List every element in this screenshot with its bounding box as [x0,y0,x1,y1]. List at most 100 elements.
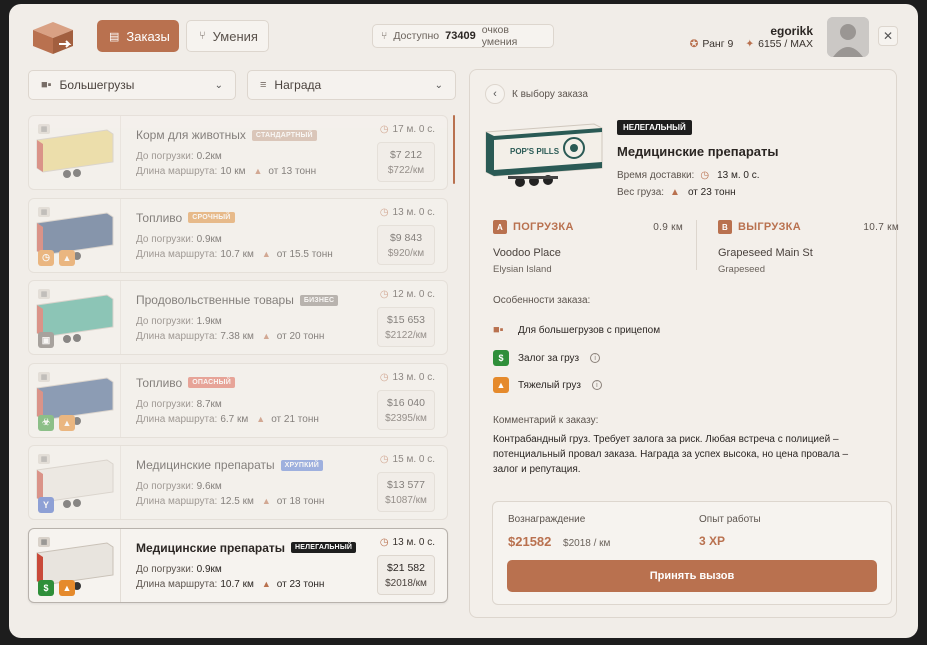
order-price: $9 843 [389,231,423,244]
accept-button[interactable]: Принять вызов [507,560,877,592]
sort-select[interactable]: ≡ Награда ⌄ [247,70,456,100]
chevron-left-icon[interactable]: ‹ [485,84,505,104]
route-label: Длина маршрута: [136,248,218,260]
dropoff-distance: 10.7 км [863,222,899,233]
back-to-orders-link[interactable]: ‹ К выбору заказа [485,84,588,104]
route-row: Длина маршрута: 6.7 км ▲ от 21 тонн [136,414,319,425]
divider [696,220,697,270]
order-name: Продовольственные товары [136,293,294,307]
load-label: До погрузки: [136,481,194,492]
order-name-row: Топливо Срочный [136,211,235,225]
order-comment: Контрабандный груз. Требует залога за ри… [493,434,849,475]
load-distance-row: До погрузки: 0.9км [136,234,222,245]
order-time: ◷ 15 м. 0 с. [380,454,435,465]
order-name: Топливо [136,375,183,390]
order-card[interactable]: ▦ Y Медицинские препараты Хрупкий До пог… [28,445,448,520]
clock-icon: ◷ [379,371,389,383]
sort-icon: ≡ [260,79,267,91]
route-label: Длина маршрута: [136,578,218,590]
order-card[interactable]: ▦ ☣ ▲ Топливо Опасный До погрузки: 8.7км Д… [28,362,448,438]
truck-icon: ■▪ [41,79,52,91]
trailer-image: POP'S PILLS [485,123,603,187]
clock-icon: ◷ [38,249,54,266]
dropoff-area: Grapeseed [718,264,766,275]
delivery-time-value: 13 м. 0 с. [717,170,760,181]
weight-icon: ▲ [493,377,509,393]
order-price-per-km: $2395/км [385,412,427,424]
rank-icon: ✪ [689,38,699,50]
pickup-area: Elysian Island [493,264,552,275]
box-logo-icon [33,22,73,54]
trailer-thumbnail: ▦ $ ▲ [29,528,121,602]
order-name-row: Топливо Опасный [136,376,235,390]
illegal-tag: Нелегальный [617,120,692,135]
cargo-type-icon: ▦ [38,371,50,382]
info-icon[interactable]: i [591,380,602,390]
vehicle-filter-value: Большегрузы [59,78,135,92]
order-name-row: Корм для животных Стандартный [136,128,317,142]
route-length: 6.7 км [220,413,249,425]
order-weight: от 21 тонн [271,413,319,425]
order-weight: от 18 тонн [276,496,325,507]
order-card[interactable]: ▦ ◷ ▲ Топливо Срочный До погрузки: 0.9км Д… [28,197,448,273]
route-row: Длина маршрута: 10 км ▲ от 13 тонн [136,166,316,177]
order-tag: Опасный [188,377,235,388]
trailer-brand: POP'S PILLS [510,147,560,156]
briefcase-icon: ▣ [38,332,54,348]
tab-skills[interactable]: ⑂ Умения [186,20,269,52]
tab-orders-label: Заказы [126,28,170,44]
close-button[interactable]: ✕ [878,26,898,46]
tab-orders[interactable]: ▤ Заказы [97,20,179,52]
order-time: ◷ 17 м. 0 с. [380,124,435,135]
clock-icon: ◷ [700,170,710,181]
order-price-per-km: $2122/км [385,330,427,341]
load-label: До погрузки: [136,398,194,410]
info-icon[interactable]: i [590,353,601,363]
sort-value: Награда [274,78,322,92]
load-distance-row: До погрузки: 0.2км [136,151,222,162]
feature-trailer: ■▪ Для большегрузов с прицепом [493,324,660,336]
back-label: К выбору заказа [512,88,588,100]
order-tag: Бизнес [299,294,339,306]
load-distance: 0.9км [196,233,222,245]
weight-icon: ▲ [261,331,271,341]
order-name-row: Медицинские препараты Нелегальный [136,541,357,555]
load-distance-row: До погрузки: 8.7км [136,399,222,410]
time-value: 12 м. 0 с. [392,289,435,300]
route-row: Длина маршрута: 10.7 км ▲ от 15.5 тонн [136,249,333,260]
weight-icon: ▲ [59,249,75,266]
load-distance: 8.7км [196,398,222,410]
order-price-per-km: $920/км [387,247,425,259]
time-value: 13 м. 0 с. [392,371,435,383]
order-name: Топливо [136,210,183,225]
xp-label: Опыт работы [699,514,761,525]
list-scrollbar[interactable] [453,115,455,184]
order-price-per-km: $722/км [387,165,425,176]
cargo-weight-value: от 23 тонн [687,187,736,198]
order-name-row: Медицинские препараты Хрупкий [136,458,324,472]
order-time: ◷ 12 м. 0 с. [380,289,435,300]
route-length: 7.38 км [220,331,254,342]
order-list: ▦ Корм для животных Стандартный До погру… [28,115,448,610]
order-weight: от 13 тонн [268,166,317,177]
weight-icon: ▲ [261,248,271,259]
order-card[interactable]: ▦ ▣ Продовольственные товары Бизнес До п… [28,280,448,355]
order-card[interactable]: ▦ $ ▲ Медицинские препараты Нелегальный Д… [28,527,448,603]
points-suffix: очков умения [481,24,518,48]
route-row: Длина маршрута: 10.7 км ▲ от 23 тонн [136,579,324,590]
pickup-title: ПОГРУЗКА [513,221,574,233]
load-distance: 0.9км [196,563,222,575]
order-name: Корм для животных [136,128,246,142]
clock-icon: ◷ [379,454,389,465]
load-distance: 1.9км [196,316,222,327]
vehicle-filter-select[interactable]: ■▪ Большегрузы ⌄ [28,70,236,100]
chevron-down-icon: ⌄ [214,80,223,91]
order-card[interactable]: ▦ Корм для животных Стандартный До погру… [28,115,448,190]
order-weight: от 15.5 тонн [276,248,333,260]
badges: ▣ [38,332,54,348]
trailer-thumbnail: ▦ Y [29,446,121,519]
feature-label: Залог за груз [518,352,580,364]
tab-skills-label: Умения [212,28,258,44]
load-distance: 0.2км [196,151,222,162]
price-box: $15 653 $2122/км [377,307,435,347]
